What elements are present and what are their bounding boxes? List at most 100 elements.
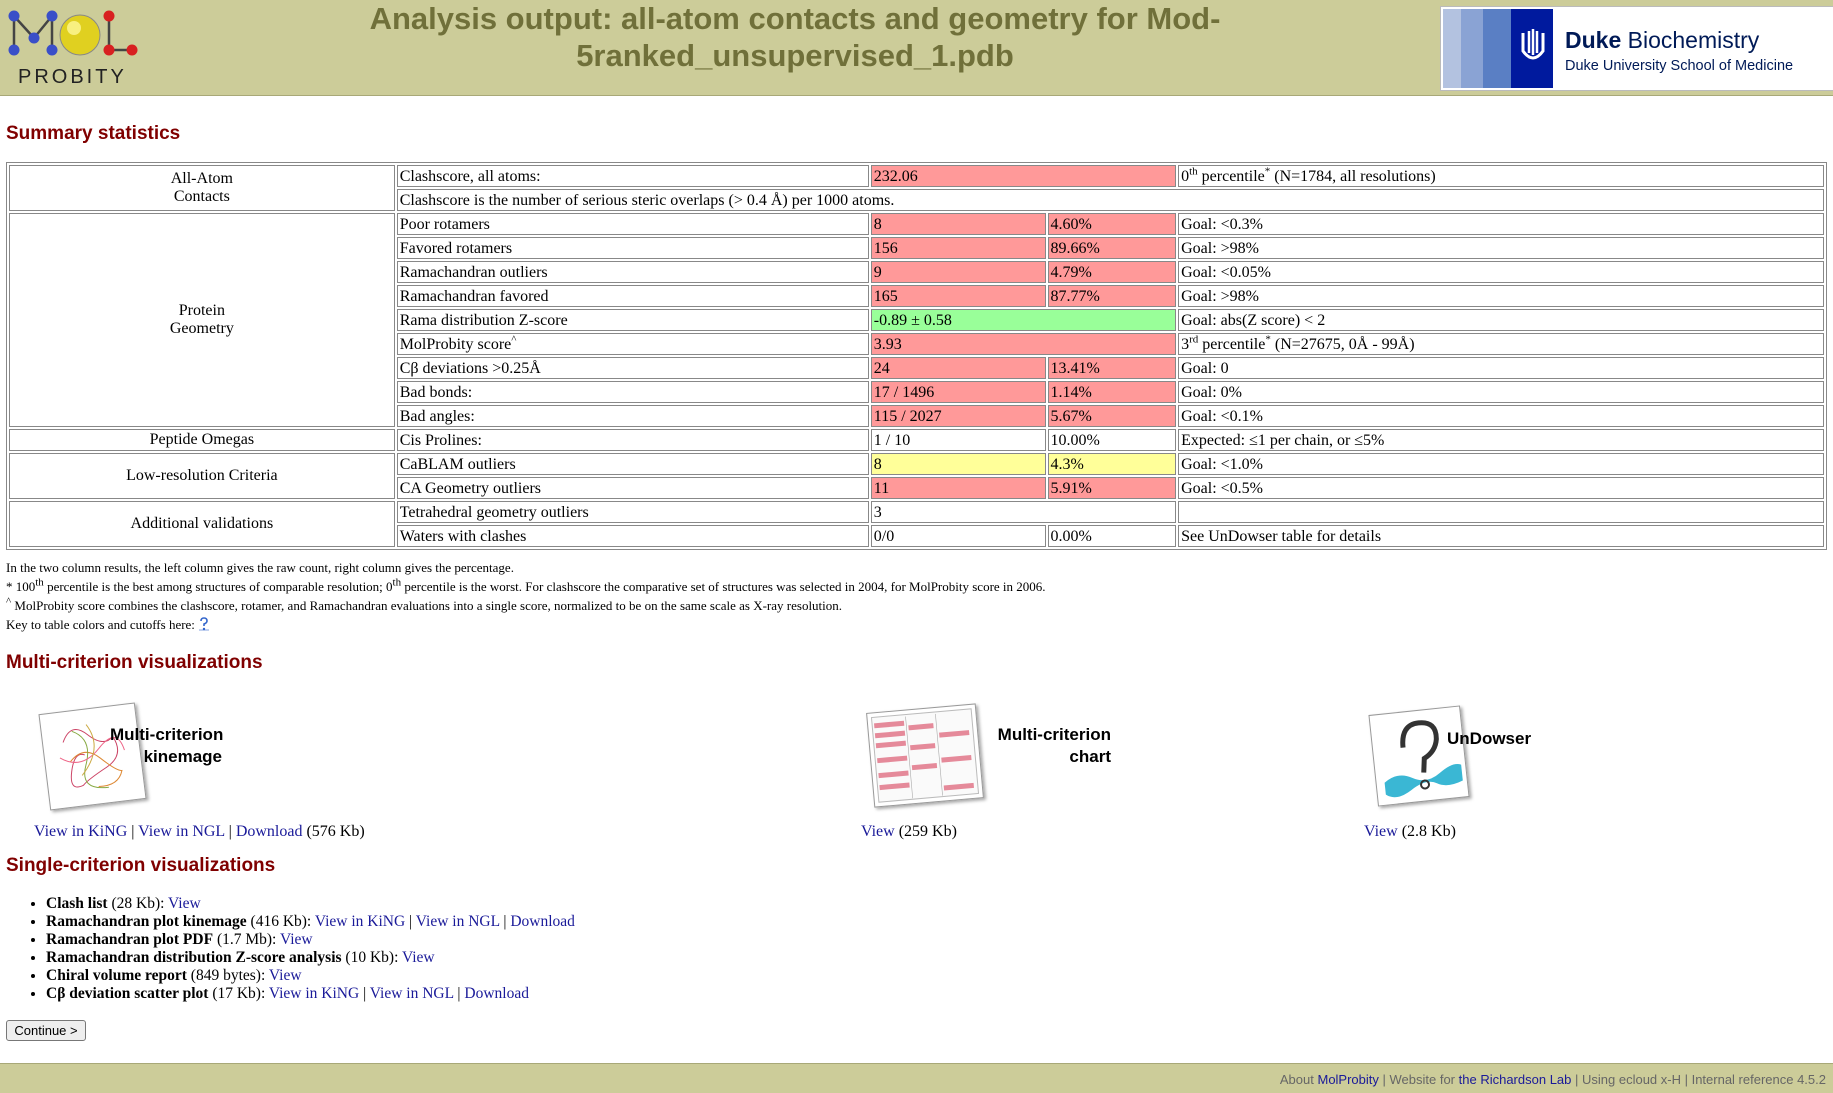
metric-goal: 0th percentile* (N=1784, all resolutions…	[1178, 165, 1824, 187]
metric-label: Rama distribution Z-score	[396, 309, 869, 331]
metric-goal: Expected: ≤1 per chain, or ≤5%	[1178, 429, 1824, 451]
metric-value: 115 / 2027	[870, 405, 1046, 427]
metric-value: 17 / 1496	[870, 381, 1046, 403]
metric-value: 24	[870, 357, 1046, 379]
kinemage-view-in-ngl-link[interactable]: View in NGL	[138, 823, 224, 840]
item-link-view-in-king[interactable]: View in KiNG	[269, 985, 359, 1002]
metric-label: Poor rotamers	[396, 213, 869, 235]
multi-criterion-heading: Multi-criterion visualizations	[6, 652, 263, 673]
metric-label: Waters with clashes	[396, 525, 869, 547]
metric-goal: Goal: <0.5%	[1178, 477, 1824, 499]
summary-row: Additional validations Tetrahedral geomet…	[9, 501, 1824, 547]
single-criterion-item: Chiral volume report (849 bytes): View	[46, 967, 575, 985]
item-name: Clash list	[46, 895, 108, 912]
help-link-icon[interactable]	[198, 617, 210, 636]
metric-goal: See UnDowser table for details	[1178, 525, 1824, 547]
kinemage-download-link[interactable]: Download	[236, 823, 303, 840]
logo-text: PROBITY	[18, 66, 127, 88]
summary-table: All-Atom Contacts Clashscore, all atoms: 23…	[6, 162, 1827, 550]
metric-value: 9	[870, 261, 1046, 283]
undowser-thumbnail[interactable]	[1368, 705, 1470, 807]
metric-goal: Goal: <0.3%	[1178, 213, 1824, 235]
single-criterion-item: Ramachandran plot PDF (1.7 Mb): View	[46, 931, 575, 949]
metric-value: 1 / 10	[870, 429, 1046, 451]
category-cell: Peptide Omegas	[9, 429, 395, 451]
duke-biochemistry-logo[interactable]: Duke Biochemistry Duke University School…	[1440, 6, 1833, 91]
single-criterion-item: Clash list (28 Kb): View	[46, 895, 575, 913]
question-mark-water-icon	[1384, 720, 1463, 798]
summary-row: Protein Geometry Poor rotamers 8 4.60% Goal: …	[9, 213, 1824, 427]
metric-percent: 1.14%	[1047, 381, 1177, 403]
metric-label: CA Geometry outliers	[396, 477, 869, 499]
kinemage-view-in-king-link[interactable]: View in KiNG	[34, 823, 127, 840]
item-name: Ramachandran plot PDF	[46, 931, 214, 948]
metric-percent: 10.00%	[1047, 429, 1177, 451]
continue-button[interactable]: Continue >	[6, 1020, 86, 1041]
category-cell: Additional validations	[9, 501, 395, 547]
metric-percent: 4.79%	[1047, 261, 1177, 283]
metric-value: 156	[870, 237, 1046, 259]
undowser-links: View (2.8 Kb)	[1364, 823, 1456, 840]
chart-view-link[interactable]: View	[861, 823, 895, 840]
single-criterion-list: Clash list (28 Kb): ViewRamachandran plo…	[46, 895, 575, 1003]
summary-notes: In the two column results, the left colu…	[6, 558, 1046, 636]
item-link-view[interactable]: View	[402, 949, 435, 966]
metric-value: 11	[870, 477, 1046, 499]
summary-row: Low-resolution Criteria CaBLAM outliers 8 4…	[9, 453, 1824, 499]
metric-percent: 89.66%	[1047, 237, 1177, 259]
metric-label: Cis Prolines:	[396, 429, 869, 451]
metric-value: 165	[870, 285, 1046, 307]
footer-molprobity-link[interactable]: MolProbity	[1317, 1072, 1378, 1087]
metric-value: 3.93	[870, 333, 1177, 355]
chart-title: Multi-criterion chart	[997, 725, 1111, 766]
metric-value: 8	[870, 453, 1046, 475]
summary-row: Peptide Omegas Cis Prolines: 1 / 10 10.00% E…	[9, 429, 1824, 451]
footer-richardson-lab-link[interactable]: the Richardson Lab	[1459, 1072, 1572, 1087]
item-link-download[interactable]: Download	[510, 913, 575, 930]
undowser-title: UnDowser	[1447, 729, 1532, 748]
item-link-download[interactable]: Download	[464, 985, 529, 1002]
metric-label: Ramachandran favored	[396, 285, 869, 307]
metric-label: Bad bonds:	[396, 381, 869, 403]
metric-goal	[1178, 501, 1824, 523]
metric-description: Clashscore is the number of serious ster…	[396, 189, 1824, 211]
metric-value: -0.89 ± 0.58	[870, 309, 1177, 331]
note-molprobity-score: ^ MolProbity score combines the clashsco…	[6, 595, 843, 613]
molprobity-molecule-icon	[8, 10, 138, 56]
note-columns: In the two column results, the left colu…	[6, 560, 514, 575]
item-name: Ramachandran plot kinemage	[46, 913, 247, 930]
item-link-view-in-ngl[interactable]: View in NGL	[370, 985, 454, 1002]
footer: About MolProbity | Website for the Richa…	[0, 1063, 1833, 1093]
duke-name: Duke Biochemistry	[1565, 27, 1760, 53]
single-criterion-heading: Single-criterion visualizations	[6, 855, 276, 876]
single-criterion-item: Ramachandran plot kinemage (416 Kb): Vie…	[46, 913, 575, 931]
item-link-view[interactable]: View	[269, 967, 302, 984]
metric-value: 232.06	[870, 165, 1177, 187]
metric-percent: 13.41%	[1047, 357, 1177, 379]
item-link-view-in-ngl[interactable]: View in NGL	[416, 913, 500, 930]
metric-value: 8	[870, 213, 1046, 235]
metric-label: Ramachandran outliers	[396, 261, 869, 283]
metric-goal: Goal: >98%	[1178, 237, 1824, 259]
metric-label: Cβ deviations >0.25Å	[396, 357, 869, 379]
metric-label: Bad angles:	[396, 405, 869, 427]
single-criterion-item: Cβ deviation scatter plot (17 Kb): View …	[46, 985, 575, 1003]
metric-value: 3	[870, 501, 1177, 523]
item-link-view[interactable]: View	[168, 895, 201, 912]
metric-goal: Goal: abs(Z score) < 2	[1178, 309, 1824, 331]
metric-label: Clashscore, all atoms:	[396, 165, 869, 187]
metric-label: Tetrahedral geometry outliers	[396, 501, 869, 523]
item-link-view[interactable]: View	[280, 931, 313, 948]
header-banner: PROBITY Analysis output: all-atom contac…	[0, 0, 1833, 96]
metric-goal: Goal: <0.1%	[1178, 405, 1824, 427]
undowser-view-link[interactable]: View	[1364, 823, 1398, 840]
note-percentile: * 100th percentile is the best among str…	[6, 576, 1046, 594]
metric-percent: 4.60%	[1047, 213, 1177, 235]
metric-percent: 5.67%	[1047, 405, 1177, 427]
metric-percent: 0.00%	[1047, 525, 1177, 547]
item-link-view-in-king[interactable]: View in KiNG	[315, 913, 405, 930]
molprobity-logo[interactable]: PROBITY	[4, 8, 144, 88]
metric-goal: Goal: >98%	[1178, 285, 1824, 307]
summary-heading: Summary statistics	[6, 123, 181, 144]
metric-value: 0/0	[870, 525, 1046, 547]
